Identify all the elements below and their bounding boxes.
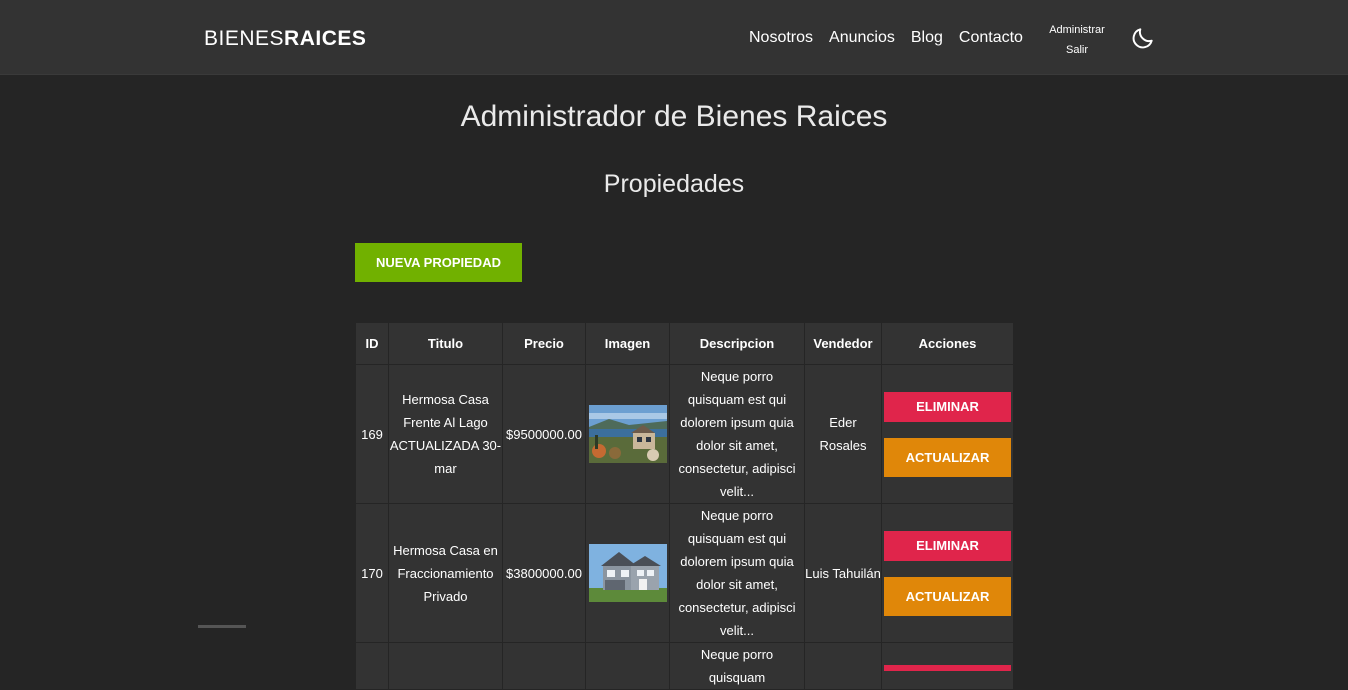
delete-button[interactable]: ELIMINAR xyxy=(884,391,1011,422)
row-title xyxy=(388,642,503,690)
row-image-cell xyxy=(585,503,670,643)
row-price: $9500000.00 xyxy=(502,364,586,504)
col-seller: Vendedor xyxy=(804,322,882,365)
col-id: ID xyxy=(355,322,389,365)
col-title: Titulo xyxy=(388,322,503,365)
update-button[interactable]: ACTUALIZAR xyxy=(884,576,1011,616)
page-title: Administrador de Bienes Raices xyxy=(460,100,888,133)
lake-house-image xyxy=(588,405,667,463)
row-image-cell xyxy=(585,642,670,690)
nav-nosotros[interactable]: Nosotros xyxy=(749,29,813,47)
row-description: Neque porro quisquam xyxy=(669,642,805,690)
col-description: Descripcion xyxy=(669,322,805,365)
properties-table: ID Titulo Precio Imagen Descripcion Vend… xyxy=(355,322,1014,690)
logo-light-text: BIENES xyxy=(204,27,285,50)
table-row: Neque porro quisquam xyxy=(355,642,1014,690)
suburban-house-image xyxy=(588,544,667,602)
row-seller: Eder Rosales xyxy=(804,364,882,504)
admin-link[interactable]: Administrar xyxy=(1046,20,1108,40)
row-seller: Luis Tahuilán xyxy=(804,503,882,643)
row-description: Neque porro quisquam est qui dolorem ips… xyxy=(669,503,805,643)
row-seller xyxy=(804,642,882,690)
row-id: 170 xyxy=(355,503,389,643)
table-row: 169 Hermosa Casa Frente Al Lago ACTUALIZ… xyxy=(355,364,1014,504)
admin-links: Administrar Salir xyxy=(1046,20,1108,60)
new-property-button[interactable]: NUEVA PROPIEDAD xyxy=(355,243,522,282)
section-title: Propiedades xyxy=(603,170,745,198)
site-header: BIENESRAICES Nosotros Anuncios Blog Cont… xyxy=(0,0,1348,75)
col-image: Imagen xyxy=(585,322,670,365)
row-price: $3800000.00 xyxy=(502,503,586,643)
logout-link[interactable]: Salir xyxy=(1046,40,1108,60)
nav-contacto[interactable]: Contacto xyxy=(959,29,1023,47)
nav-blog[interactable]: Blog xyxy=(911,29,943,47)
row-description: Neque porro quisquam est qui dolorem ips… xyxy=(669,364,805,504)
update-button[interactable]: ACTUALIZAR xyxy=(884,437,1011,477)
delete-button-partial[interactable] xyxy=(884,665,1011,671)
table-header-row: ID Titulo Precio Imagen Descripcion Vend… xyxy=(355,322,1014,365)
row-title: Hermosa Casa Frente Al Lago ACTUALIZADA … xyxy=(388,364,503,504)
nav-anuncios[interactable]: Anuncios xyxy=(829,29,895,47)
row-price xyxy=(502,642,586,690)
row-actions: ELIMINAR ACTUALIZAR xyxy=(881,503,1014,643)
row-actions xyxy=(881,642,1014,690)
col-price: Precio xyxy=(502,322,586,365)
row-actions: ELIMINAR ACTUALIZAR xyxy=(881,364,1014,504)
col-actions: Acciones xyxy=(881,322,1014,365)
main-nav: Nosotros Anuncios Blog Contacto xyxy=(749,29,1023,47)
logo-bold-text: RAICES xyxy=(284,27,367,50)
delete-button[interactable]: ELIMINAR xyxy=(884,530,1011,561)
row-image-cell xyxy=(585,364,670,504)
row-title: Hermosa Casa en Fraccionamiento Privado xyxy=(388,503,503,643)
table-row: 170 Hermosa Casa en Fraccionamiento Priv… xyxy=(355,503,1014,643)
row-id: 169 xyxy=(355,364,389,504)
moon-icon[interactable] xyxy=(1130,25,1156,51)
row-id xyxy=(355,642,389,690)
site-logo[interactable]: BIENESRAICES xyxy=(204,27,366,51)
